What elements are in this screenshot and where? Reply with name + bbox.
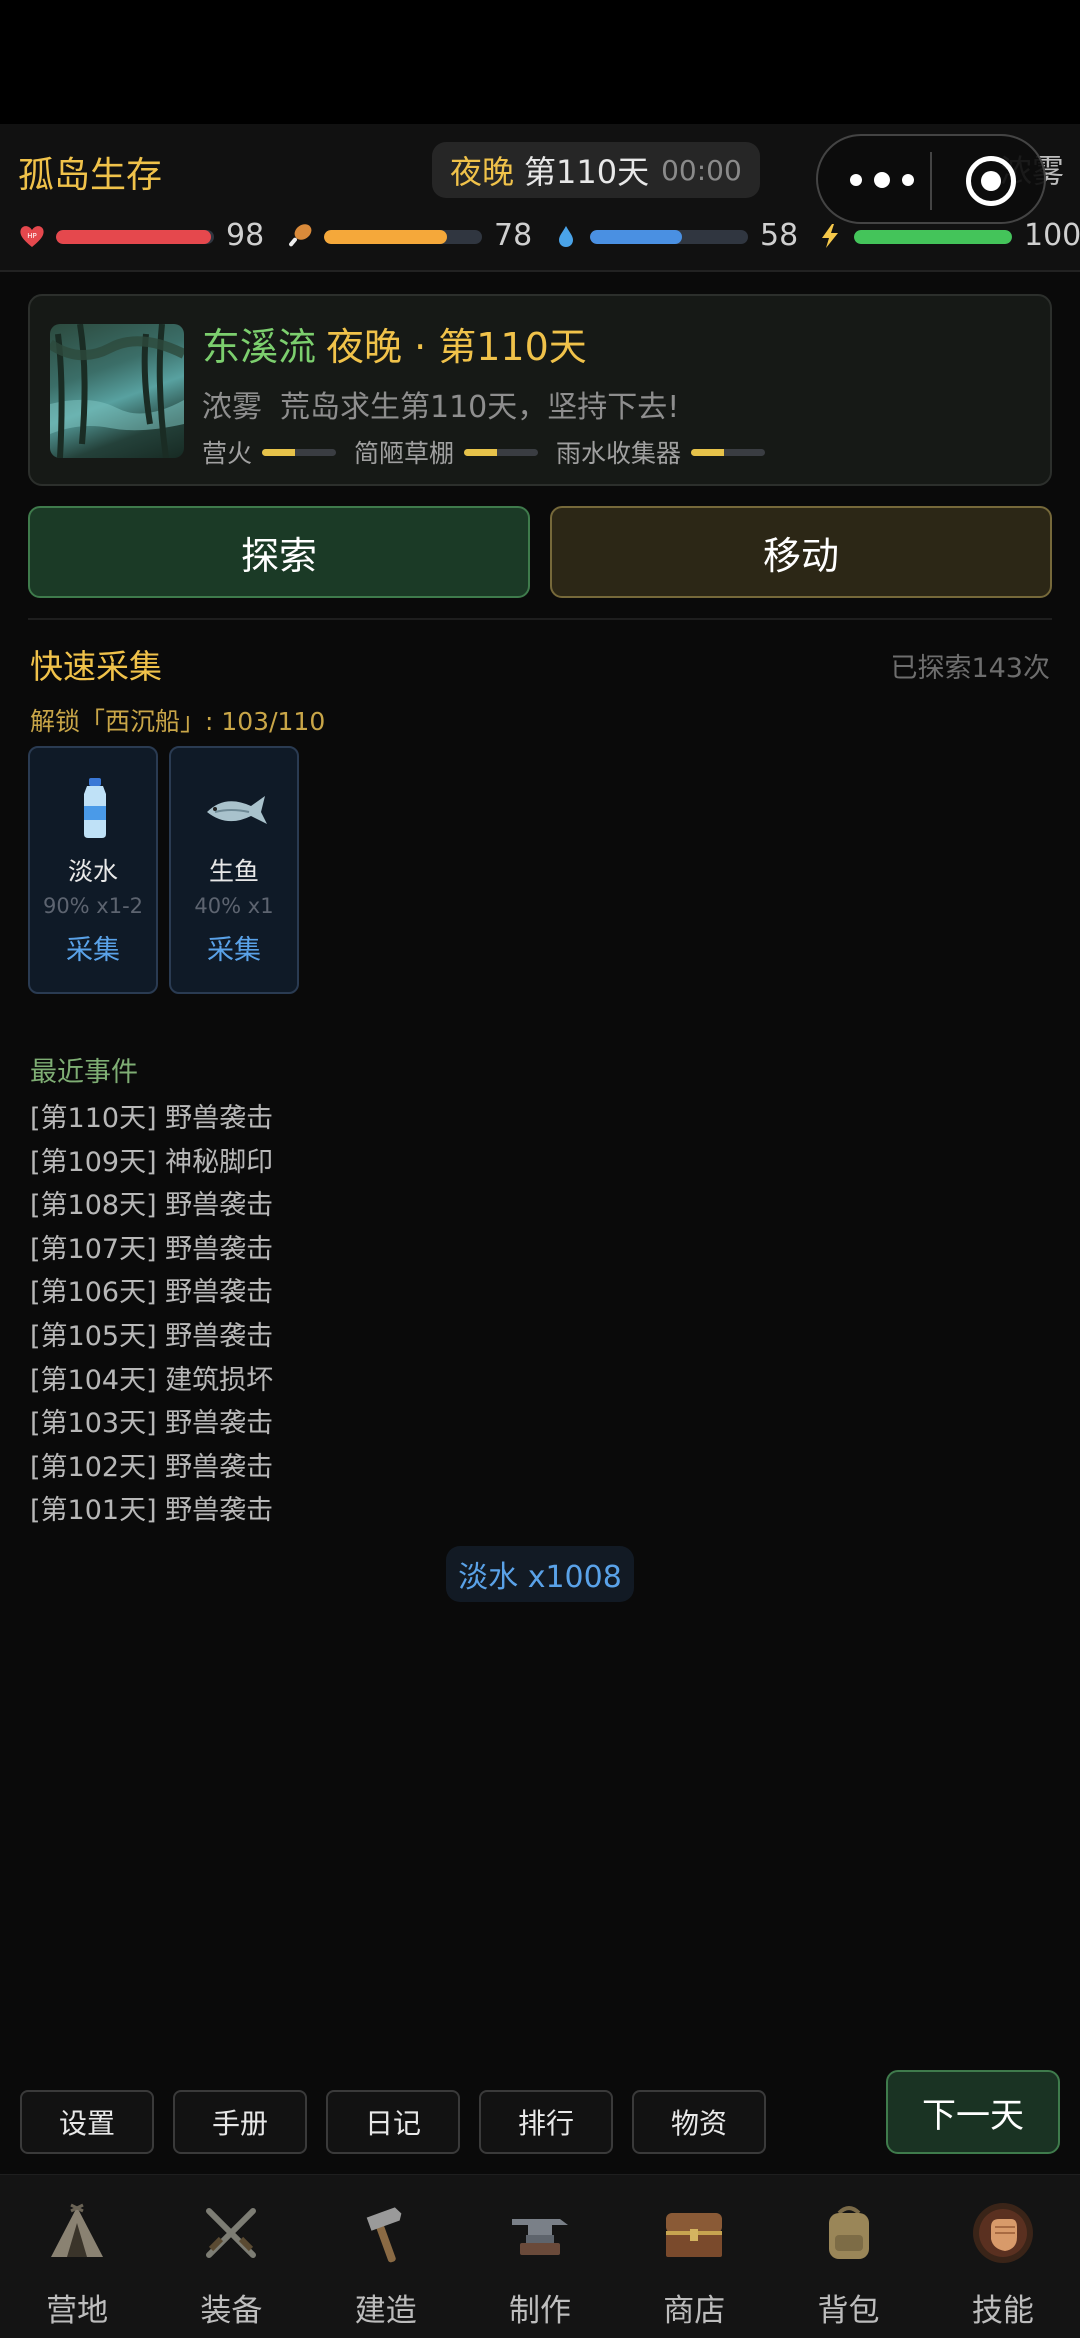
event-item: [第107天] 野兽袭击: [30, 1233, 274, 1265]
explore-button[interactable]: 探索: [28, 506, 530, 598]
gain-toast: 淡水 x1008: [446, 1546, 634, 1602]
thirst-bar: [590, 230, 748, 244]
nav-label: 商店: [663, 2293, 726, 2329]
nav-equipment[interactable]: 装备: [154, 2175, 308, 2338]
treasure-chest-icon: [666, 2213, 723, 2257]
building-shelter: 简陋草棚: [354, 434, 539, 470]
building-list: 营火 简陋草棚 雨水收集器: [202, 434, 766, 470]
day-label: 第110天: [524, 153, 650, 191]
building-rain-collector: 雨水收集器: [556, 434, 766, 470]
building-campfire: 营火: [202, 434, 337, 470]
game-header: 孤岛生存 夜晚 第110天 00:00 浓雾 HP 98 78 58: [0, 124, 1080, 272]
resource-card-water[interactable]: 淡水 90% x1-2 采集: [28, 746, 158, 994]
resource-rate: 40% x1: [194, 894, 274, 918]
ranking-button[interactable]: 排行: [479, 2090, 613, 2154]
event-item: [第108天] 野兽袭击: [30, 1190, 274, 1222]
svg-text:HP: HP: [27, 232, 37, 240]
manual-button[interactable]: 手册: [173, 2090, 307, 2154]
nav-label: 制作: [508, 2293, 571, 2329]
move-button[interactable]: 移动: [550, 506, 1052, 598]
water-drop-icon: [559, 226, 573, 247]
resource-card-fish[interactable]: 生鱼 40% x1 采集: [169, 746, 299, 994]
hunger-bar: [324, 230, 482, 244]
camp-tent-icon: [51, 2203, 104, 2257]
anvil-icon: [511, 2219, 568, 2255]
event-item: [第101天] 野兽袭击: [30, 1495, 274, 1527]
period-label: 夜晚: [450, 153, 515, 191]
more-options-icon[interactable]: [848, 160, 924, 200]
energy-bar: [854, 230, 1012, 244]
diary-button[interactable]: 日记: [326, 2090, 460, 2154]
nav-shop[interactable]: 商店: [617, 2175, 771, 2338]
resource-rate: 90% x1-2: [42, 894, 144, 918]
nav-label: 装备: [200, 2293, 263, 2329]
energy-value: 100: [1024, 218, 1080, 253]
event-item: [第102天] 野兽袭击: [30, 1451, 274, 1483]
location-subtitle: 浓雾 荒岛求生第110天，坚持下去!: [202, 382, 697, 426]
next-day-button[interactable]: 下一天: [886, 2070, 1060, 2154]
hp-bar: [56, 230, 214, 244]
event-item: [第109天] 神秘脚印: [30, 1146, 274, 1178]
location-card: 东溪流 夜晚 · 第110天 浓雾 荒岛求生第110天，坚持下去! 营火 简陋草棚 …: [28, 294, 1052, 486]
nav-label: 背包: [817, 2293, 880, 2329]
building-level-bar: [464, 448, 539, 456]
crossed-swords-icon: [206, 2208, 257, 2258]
explore-count: 已探索143次: [890, 653, 1050, 684]
event-list: [第110天] 野兽袭击 [第109天] 神秘脚印 [第108天] 野兽袭击 […: [30, 1096, 273, 1532]
settings-button[interactable]: 设置: [20, 2090, 154, 2154]
nav-craft[interactable]: 制作: [463, 2175, 617, 2338]
building-level-bar: [691, 448, 766, 456]
collect-button[interactable]: 采集: [30, 928, 156, 967]
event-item: [第103天] 野兽袭击: [30, 1408, 274, 1440]
location-image: [50, 324, 184, 458]
food-drumstick-icon: [289, 224, 312, 247]
collect-button[interactable]: 采集: [171, 928, 297, 967]
supplies-button[interactable]: 物资: [632, 2090, 766, 2154]
event-item: [第110天] 野兽袭击: [30, 1103, 274, 1134]
system-status-bar: [0, 0, 1080, 124]
hp-value: 98: [226, 218, 265, 253]
recent-events-title: 最近事件: [30, 1057, 138, 1088]
location-title: 东溪流 夜晚 · 第110天: [202, 316, 587, 371]
building-level-bar: [262, 448, 337, 456]
close-miniprogram-icon[interactable]: [966, 156, 1016, 206]
nav-build[interactable]: 建造: [309, 2175, 463, 2338]
app-title: 孤岛生存: [18, 155, 163, 196]
utility-toolbar: 设置 手册 日记 排行 物资: [20, 2090, 766, 2154]
location-message: 荒岛求生第110天，坚持下去!: [280, 390, 680, 425]
location-time: 夜晚 · 第110天: [326, 325, 587, 369]
hammer-icon: [366, 2207, 402, 2263]
quick-collect-title: 快速采集: [30, 647, 162, 686]
water-bottle-icon: [84, 778, 106, 838]
nav-label: 建造: [354, 2293, 417, 2329]
resource-name: 淡水: [67, 857, 118, 886]
backpack-icon: [828, 2206, 869, 2259]
location-weather: 浓雾: [202, 390, 262, 425]
fish-icon: [207, 796, 267, 824]
event-item: [第105天] 野兽袭击: [30, 1320, 274, 1352]
location-name: 东溪流: [202, 325, 317, 369]
hunger-value: 78: [494, 218, 533, 253]
event-item: [第104天] 建筑损坏: [30, 1364, 274, 1396]
day-time-pill: 夜晚 第110天 00:00: [432, 142, 760, 198]
section-divider: [28, 618, 1052, 620]
unlock-progress: 解锁「西沉船」: 103/110: [30, 707, 326, 736]
nav-label: 技能: [971, 2293, 1034, 2329]
bottom-nav: 营地 装备 建造 制作 商店 背包 技能: [0, 2174, 1080, 2338]
thirst-value: 58: [760, 218, 799, 253]
nav-camp[interactable]: 营地: [0, 2175, 154, 2338]
energy-bolt-icon: [822, 224, 838, 248]
miniprogram-capsule: [816, 134, 1046, 224]
resource-name: 生鱼: [208, 857, 259, 886]
nav-label: 营地: [46, 2293, 109, 2329]
clock-label: 00:00: [661, 153, 742, 187]
nav-skills[interactable]: 技能: [926, 2175, 1080, 2338]
event-item: [第106天] 野兽袭击: [30, 1277, 274, 1309]
hp-heart-icon: HP: [20, 226, 44, 247]
nav-backpack[interactable]: 背包: [771, 2175, 925, 2338]
fist-icon: [972, 2203, 1033, 2263]
